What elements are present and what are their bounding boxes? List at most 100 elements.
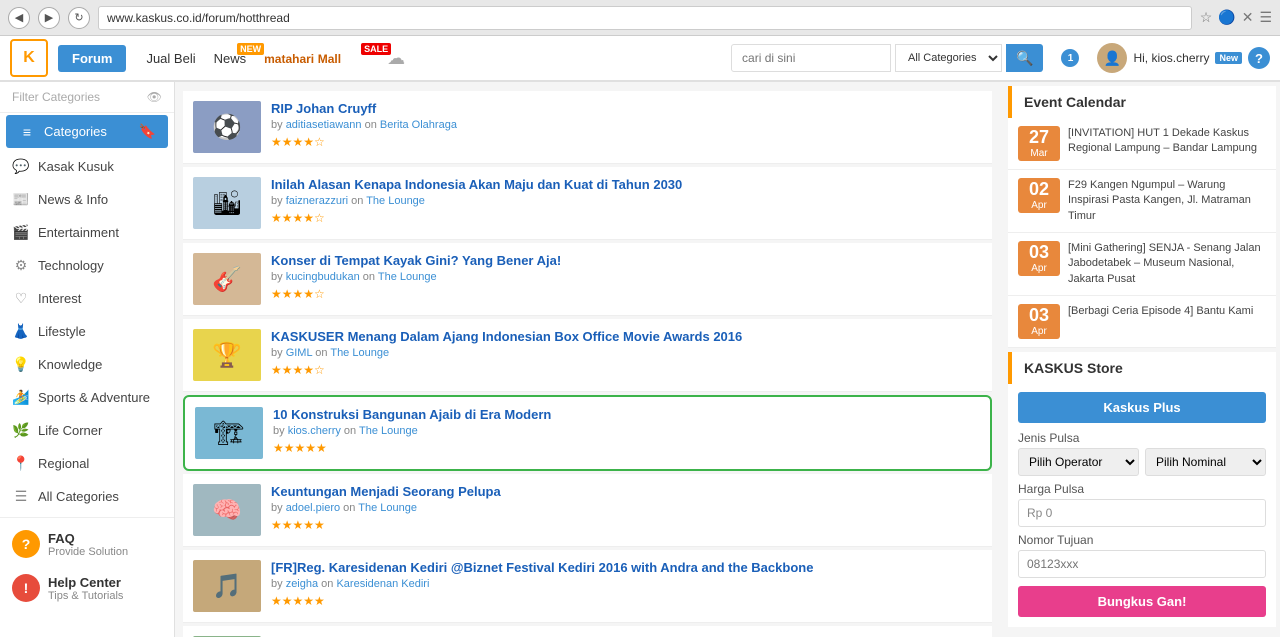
thread-stars: ★★★★☆ (271, 135, 982, 149)
thread-title[interactable]: Konser di Tempat Kayak Gini? Yang Bener … (271, 253, 982, 268)
notification-badge[interactable]: 1 (1061, 49, 1079, 67)
sidebar-item-entertainment[interactable]: 🎬 Entertainment (0, 216, 174, 249)
thread-item: ⚽ RIP Johan Cruyff by aditiasetiawann on… (183, 91, 992, 164)
regional-icon: 📍 (12, 455, 30, 472)
harga-pulsa-label: Harga Pulsa (1018, 482, 1266, 496)
sidebar-item-regional[interactable]: 📍 Regional (0, 447, 174, 480)
thread-content: KASKUSER Menang Dalam Ajang Indonesian B… (271, 329, 982, 377)
thread-title[interactable]: KASKUSER Menang Dalam Ajang Indonesian B… (271, 329, 982, 344)
sidebar-item-label: Life Corner (38, 423, 102, 438)
extension-icon[interactable]: 🔵 (1218, 9, 1235, 26)
thread-title[interactable]: Inilah Alasan Kenapa Indonesia Akan Maju… (271, 177, 982, 192)
filter-icon[interactable]: 👁 (147, 90, 162, 104)
forward-button[interactable]: ▶ (38, 7, 60, 29)
sidebar-item-categories[interactable]: ≡ Categories 🔖 (6, 115, 168, 148)
event-month: Apr (1018, 263, 1060, 274)
main-layout: Filter Categories 👁 ≡ Categories 🔖 💬 Kas… (0, 82, 1280, 637)
nominal-select[interactable]: Pilih Nominal (1145, 448, 1266, 476)
thread-author[interactable]: kucingbudukan (286, 271, 360, 283)
thread-author[interactable]: adoel.piero (286, 502, 340, 514)
thread-stars: ★★★★☆ (271, 287, 982, 301)
sidebar-item-sports[interactable]: 🏄 Sports & Adventure (0, 381, 174, 414)
thread-title[interactable]: RIP Johan Cruyff (271, 101, 982, 116)
search-input[interactable] (731, 44, 891, 72)
sidebar-item-life-corner[interactable]: 🌿 Life Corner (0, 414, 174, 447)
back-button[interactable]: ◀ (8, 7, 30, 29)
thread-author[interactable]: GIML (286, 347, 313, 359)
thread-category[interactable]: The Lounge (366, 195, 425, 207)
url-bar[interactable] (98, 6, 1192, 30)
thread-category[interactable]: The Lounge (358, 502, 417, 514)
kaskus-logo[interactable]: K (10, 39, 48, 77)
event-day: 27 (1018, 128, 1060, 148)
kaskus-plus-button[interactable]: Kaskus Plus (1018, 392, 1266, 423)
thread-meta: by kucingbudukan on The Lounge (271, 271, 982, 283)
store-form: Jenis Pulsa Pilih Operator Pilih Nominal… (1008, 431, 1276, 617)
thread-content: Inilah Alasan Kenapa Indonesia Akan Maju… (271, 177, 982, 225)
thread-thumbnail: ⚽ (193, 101, 261, 153)
operator-select[interactable]: Pilih Operator (1018, 448, 1139, 476)
thread-author[interactable]: kios.cherry (288, 425, 341, 437)
help-title: Help Center (48, 575, 123, 590)
sidebar-item-technology[interactable]: ⚙ Technology (0, 249, 174, 282)
thread-author[interactable]: faiznerazzuri (286, 195, 348, 207)
thread-item: 🏆 KASKUSER Menang Dalam Ajang Indonesian… (183, 319, 992, 392)
bookmark-icon: 🔖 (139, 123, 156, 140)
thread-stars: ★★★★☆ (271, 211, 982, 225)
sidebar-item-label: Interest (38, 291, 81, 306)
thread-title[interactable]: 10 Konstruksi Bangunan Ajaib di Era Mode… (273, 407, 980, 422)
thread-item: ⛺ Suka Duka Jadi Anak Pramuka Gan by sat… (183, 626, 992, 637)
thread-category[interactable]: The Lounge (330, 347, 389, 359)
thread-meta: by zeigha on Karesidenan Kediri (271, 578, 982, 590)
help-button[interactable]: ? (1248, 47, 1270, 69)
thread-item: 🧠 Keuntungan Menjadi Seorang Pelupa by a… (183, 474, 992, 547)
thread-category[interactable]: The Lounge (378, 271, 437, 283)
thread-category[interactable]: Karesidenan Kediri (336, 578, 429, 590)
category-select[interactable]: All Categories (895, 44, 1002, 72)
thread-category[interactable]: Berita Olahraga (380, 119, 457, 131)
sidebar-item-lifestyle[interactable]: 👗 Lifestyle (0, 315, 174, 348)
thread-author[interactable]: aditiasetiawann (286, 119, 362, 131)
faq-item[interactable]: ? FAQ Provide Solution (0, 522, 174, 566)
search-button[interactable]: 🔍 (1006, 44, 1043, 72)
news-nav[interactable]: News NEW (214, 51, 247, 66)
refresh-button[interactable]: ↻ (68, 7, 90, 29)
nomor-tujuan-label: Nomor Tujuan (1018, 533, 1266, 547)
bookmark-icon[interactable]: ☆ (1200, 9, 1213, 26)
event-description: [Berbagi Ceria Episode 4] Bantu Kami (1068, 304, 1253, 319)
bungkus-button[interactable]: Bungkus Gan! (1018, 586, 1266, 617)
forum-button[interactable]: Forum (58, 45, 126, 72)
sidebar-item-all-categories[interactable]: ☰ All Categories (0, 480, 174, 513)
menu-icon[interactable]: ☰ (1259, 9, 1272, 26)
thread-thumbnail: 🎸 (193, 253, 261, 305)
life-corner-icon: 🌿 (12, 422, 30, 439)
site-header: K Forum Jual Beli News NEW matahari Mall… (0, 36, 1280, 82)
mall-nav[interactable]: matahari Mall SALE (264, 51, 371, 66)
sidebar-item-interest[interactable]: ♡ Interest (0, 282, 174, 315)
sidebar-item-label: Kasak Kusuk (38, 159, 114, 174)
technology-icon: ⚙ (12, 257, 30, 274)
thread-title[interactable]: Keuntungan Menjadi Seorang Pelupa (271, 484, 982, 499)
thread-list: ⚽ RIP Johan Cruyff by aditiasetiawann on… (175, 82, 1000, 637)
thread-author[interactable]: zeigha (286, 578, 318, 590)
thread-meta: by GIML on The Lounge (271, 347, 982, 359)
entertainment-icon: 🎬 (12, 224, 30, 241)
close-icon[interactable]: ✕ (1242, 9, 1254, 26)
help-item[interactable]: ! Help Center Tips & Tutorials (0, 566, 174, 610)
thread-category[interactable]: The Lounge (359, 425, 418, 437)
sidebar-item-knowledge[interactable]: 💡 Knowledge (0, 348, 174, 381)
sidebar-item-news-info[interactable]: 📰 News & Info (0, 183, 174, 216)
sidebar-item-kasak-kusuk[interactable]: 💬 Kasak Kusuk (0, 150, 174, 183)
sidebar-item-label: News & Info (38, 192, 108, 207)
event-month: Apr (1018, 200, 1060, 211)
thread-title[interactable]: [FR]Reg. Karesidenan Kediri @Biznet Fest… (271, 560, 982, 575)
event-description: [Mini Gathering] SENJA - Senang Jalan Ja… (1068, 241, 1266, 287)
header-nav: Jual Beli News NEW matahari Mall SALE (146, 51, 371, 66)
sidebar-item-label: Knowledge (38, 357, 102, 372)
jual-beli-nav[interactable]: Jual Beli (146, 51, 195, 66)
thread-stars: ★★★★★ (271, 594, 982, 608)
thread-stars: ★★★★☆ (271, 363, 982, 377)
thread-stars: ★★★★★ (273, 441, 980, 455)
harga-input[interactable] (1018, 499, 1266, 527)
nomor-input[interactable] (1018, 550, 1266, 578)
